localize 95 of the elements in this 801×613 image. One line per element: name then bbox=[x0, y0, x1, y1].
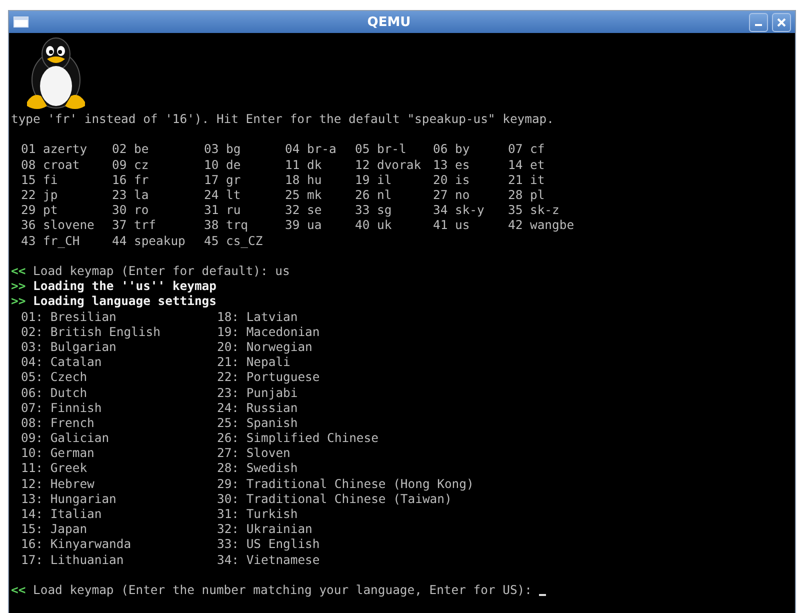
keymap-option: 21 it bbox=[508, 172, 598, 188]
keymap-option: 18 hu bbox=[285, 172, 355, 188]
language-option: 14: Italian bbox=[21, 507, 217, 522]
keymap-option: 05 br-l bbox=[355, 142, 433, 158]
language-option: 29: Traditional Chinese (Hong Kong) bbox=[217, 476, 537, 492]
window-menu-icon[interactable] bbox=[13, 16, 29, 28]
language-option: 18: Latvian bbox=[217, 310, 537, 325]
console-line: Loading language settings bbox=[32, 294, 216, 308]
prompt-marker: >> bbox=[11, 279, 26, 294]
keymap-option: 32 se bbox=[285, 203, 355, 218]
keymap-option: 13 es bbox=[433, 158, 508, 173]
language-option: 31: Turkish bbox=[217, 507, 537, 522]
keymap-option: 27 no bbox=[433, 188, 508, 204]
keymap-option: 03 bg bbox=[204, 142, 285, 158]
language-option: 11: Greek bbox=[21, 461, 217, 477]
language-option: 01: Bresilian bbox=[21, 310, 217, 325]
keymap-option: 31 ru bbox=[204, 203, 285, 218]
keymap-option: 29 pt bbox=[21, 203, 112, 218]
keymap-option: 10 de bbox=[204, 158, 285, 173]
close-icon bbox=[777, 18, 786, 26]
console-line: Loading the ''us'' keymap bbox=[32, 279, 216, 294]
keymap-option: 04 br-a bbox=[285, 142, 355, 158]
minimize-icon bbox=[755, 24, 762, 26]
prompt-marker: << bbox=[11, 264, 26, 278]
keymap-option: 09 cz bbox=[112, 158, 204, 173]
keymap-option: 39 ua bbox=[285, 218, 355, 234]
keymap-option: 12 dvorak bbox=[355, 158, 433, 173]
text-cursor bbox=[538, 594, 546, 596]
language-option: 04: Catalan bbox=[21, 355, 217, 370]
prompt-marker: >> bbox=[11, 294, 26, 308]
keymap-option: 44 speakup bbox=[112, 234, 204, 249]
language-option: 21: Nepali bbox=[217, 355, 537, 370]
keymap-option: 17 gr bbox=[204, 172, 285, 188]
language-option: 06: Dutch bbox=[21, 386, 217, 401]
keymap-option: 20 is bbox=[433, 172, 508, 188]
language-option: 19: Macedonian bbox=[217, 324, 537, 340]
console-line: type 'fr' instead of '16'). Hit Enter for the default "speakup-us" keymap. bbox=[11, 112, 555, 128]
language-option: 20: Norwegian bbox=[217, 340, 537, 356]
keymap-option: 28 pl bbox=[508, 188, 598, 204]
language-option: 02: British English bbox=[21, 324, 217, 340]
language-option: 34: Vietnamese bbox=[217, 552, 537, 568]
keymap-option: 23 la bbox=[112, 188, 204, 204]
language-option: 05: Czech bbox=[21, 370, 217, 386]
keymap-option: 14 et bbox=[508, 158, 598, 173]
language-option: 12: Hebrew bbox=[21, 476, 217, 492]
keymap-option: 26 nl bbox=[355, 188, 433, 204]
console-line: Load keymap (Enter the number matching your language, Enter for US): bbox=[32, 582, 532, 597]
minimize-button[interactable] bbox=[749, 12, 768, 32]
keymap-option: 34 sk-y bbox=[433, 203, 508, 218]
keymap-option: 36 slovene bbox=[21, 218, 112, 234]
language-option: 17: Lithuanian bbox=[21, 552, 217, 568]
keymap-option: 22 jp bbox=[21, 188, 112, 204]
keymap-option: 38 trq bbox=[204, 218, 285, 234]
keymap-option: 37 trf bbox=[112, 218, 204, 234]
keymap-option: 19 il bbox=[355, 172, 433, 188]
language-option: 13: Hungarian bbox=[21, 492, 217, 508]
keymap-option: 42 wangbe bbox=[508, 218, 598, 234]
language-option: 07: Finnish bbox=[21, 400, 217, 416]
keymap-option: 45 cs_CZ bbox=[204, 234, 285, 249]
console-line: Load keymap (Enter for default): us bbox=[32, 264, 290, 278]
keymap-option: 30 ro bbox=[112, 203, 204, 218]
language-option: 33: US English bbox=[217, 537, 537, 553]
keymap-option: 08 croat bbox=[21, 158, 112, 173]
keymap-option: 35 sk-z bbox=[508, 203, 598, 218]
close-button[interactable] bbox=[772, 12, 791, 32]
keymap-option: 40 uk bbox=[355, 218, 433, 234]
keymap-option: 24 lt bbox=[204, 188, 285, 204]
language-option: 24: Russian bbox=[217, 400, 537, 416]
keymap-option: 25 mk bbox=[285, 188, 355, 204]
keymap-option: 06 by bbox=[433, 142, 508, 158]
language-option: 26: Simplified Chinese bbox=[217, 431, 537, 446]
keymap-option: 16 fr bbox=[112, 172, 204, 188]
language-option: 25: Spanish bbox=[217, 416, 537, 432]
language-option: 03: Bulgarian bbox=[21, 340, 217, 356]
keymap-option: 41 us bbox=[433, 218, 508, 234]
language-option: 22: Portuguese bbox=[217, 370, 537, 386]
keymap-option: 15 fi bbox=[21, 172, 112, 188]
language-option: 10: German bbox=[21, 446, 217, 462]
language-option: 16: Kinyarwanda bbox=[21, 537, 217, 553]
keymap-option: 43 fr_CH bbox=[21, 234, 112, 249]
language-option: 15: Japan bbox=[21, 522, 217, 538]
language-option: 08: French bbox=[21, 416, 217, 432]
keymap-option: 02 be bbox=[112, 142, 204, 158]
window-title: QEMU bbox=[366, 14, 412, 30]
keymap-option: 33 sg bbox=[355, 203, 433, 218]
language-option: 27: Sloven bbox=[217, 446, 537, 462]
language-option: 23: Punjabi bbox=[217, 386, 537, 401]
keymap-option: 01 azerty bbox=[21, 142, 112, 158]
keymap-option: 07 cf bbox=[508, 142, 598, 158]
keymap-option: 11 dk bbox=[285, 158, 355, 173]
language-option: 28: Swedish bbox=[217, 461, 537, 477]
language-option: 30: Traditional Chinese (Taiwan) bbox=[217, 492, 537, 508]
language-option: 09: Galician bbox=[21, 431, 217, 446]
prompt-marker: << bbox=[11, 582, 26, 597]
language-option: 32: Ukrainian bbox=[217, 522, 537, 538]
